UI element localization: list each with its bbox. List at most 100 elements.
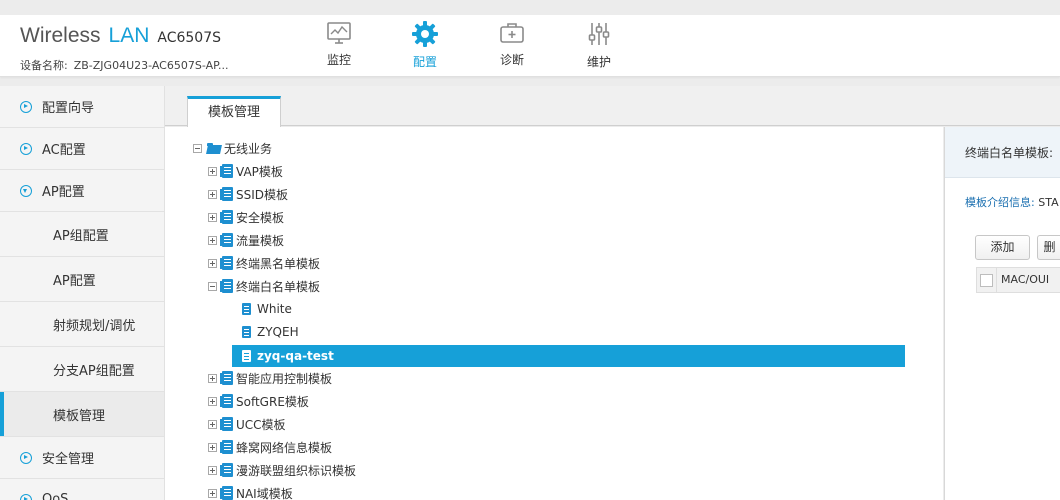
expand-icon[interactable] bbox=[208, 465, 217, 475]
tree-node-nai[interactable]: NAI域模板 bbox=[208, 483, 293, 500]
gear-icon bbox=[412, 21, 438, 47]
tree-node-label: 终端白名单模板 bbox=[236, 279, 321, 294]
sidebar-subitem-radio-planning[interactable]: 射频规划/调优 bbox=[0, 302, 164, 347]
tree-leaf-zyqeh[interactable]: ZYQEH bbox=[242, 322, 299, 342]
sidebar-item-wizard[interactable]: 配置向导 bbox=[0, 86, 164, 128]
tree-node-label: 终端黑名单模板 bbox=[236, 256, 321, 271]
tree-node-label: SSID模板 bbox=[236, 187, 289, 202]
nav-diagnose-label: 诊断 bbox=[499, 53, 524, 67]
brand-lan: LAN bbox=[108, 24, 150, 47]
sidebar-item-qos[interactable]: QoS bbox=[0, 479, 164, 500]
intro-label: 模板介绍信息: bbox=[965, 196, 1035, 209]
tree-node-traffic[interactable]: 流量模板 bbox=[208, 230, 284, 250]
tab-bar: 模板管理 bbox=[165, 86, 1060, 127]
tree-node-label: VAP模板 bbox=[236, 164, 283, 179]
add-button[interactable]: 添加 bbox=[975, 235, 1030, 260]
template-doc-icon bbox=[220, 417, 233, 431]
sidebar-item-security[interactable]: 安全管理 bbox=[0, 437, 164, 479]
device-name-value: ZB-ZJG04U23-AC6507S-AP... bbox=[73, 59, 229, 72]
tree-node-label: 安全模板 bbox=[236, 210, 285, 225]
detail-header: 终端白名单模板: bbox=[945, 127, 1060, 178]
chevron-right-icon bbox=[20, 493, 32, 500]
tree-root[interactable]: 无线业务 bbox=[193, 138, 272, 158]
tree-leaf-white[interactable]: White bbox=[242, 299, 292, 319]
tree-root-label: 无线业务 bbox=[224, 141, 273, 156]
nav-config[interactable]: 配置 bbox=[405, 21, 445, 71]
expand-icon[interactable] bbox=[208, 189, 217, 199]
tree-node-label: SoftGRE模板 bbox=[236, 394, 309, 409]
tree-node-sta-whitelist[interactable]: 终端白名单模板 bbox=[208, 276, 320, 296]
sidebar-item-label: AP配置 bbox=[42, 185, 85, 200]
expand-icon[interactable] bbox=[208, 212, 217, 222]
tree-node-cellular[interactable]: 蜂窝网络信息模板 bbox=[208, 437, 332, 457]
tree-node-softgre[interactable]: SoftGRE模板 bbox=[208, 391, 309, 411]
folder-open-icon bbox=[207, 142, 221, 154]
tree-node-security[interactable]: 安全模板 bbox=[208, 207, 284, 227]
template-intro: 模板介绍信息: STA bbox=[965, 194, 1059, 210]
sidebar-subitem-template-mgmt[interactable]: 模板管理 bbox=[0, 392, 164, 437]
template-doc-icon bbox=[220, 486, 233, 500]
tree-leaf-label: zyq-qa-test bbox=[257, 349, 334, 363]
sidebar-item-ap-config[interactable]: AP配置 bbox=[0, 170, 164, 212]
expand-icon[interactable] bbox=[208, 258, 217, 268]
tree-node-label: 流量模板 bbox=[236, 233, 285, 248]
tree-node-roaming[interactable]: 漫游联盟组织标识模板 bbox=[208, 460, 356, 480]
sidebar-item-ac-config[interactable]: AC配置 bbox=[0, 128, 164, 170]
device-name-line: 设备名称: ZB-ZJG04U23-AC6507S-AP... bbox=[20, 57, 229, 73]
tree-node-label: 漫游联盟组织标识模板 bbox=[236, 463, 357, 478]
sidebar-subitem-branch-ap-group[interactable]: 分支AP组配置 bbox=[0, 347, 164, 392]
template-doc-icon bbox=[220, 394, 233, 408]
select-all-checkbox[interactable] bbox=[980, 274, 993, 287]
template-doc-icon bbox=[220, 256, 233, 270]
tree-node-label: NAI域模板 bbox=[236, 486, 293, 500]
tree-leaf-label: ZYQEH bbox=[257, 325, 299, 339]
template-doc-icon bbox=[220, 233, 233, 247]
detail-title: 终端白名单模板: bbox=[965, 146, 1054, 160]
tab-template-mgmt[interactable]: 模板管理 bbox=[187, 96, 281, 127]
tree-node-ucc[interactable]: UCC模板 bbox=[208, 414, 286, 434]
template-doc-icon bbox=[220, 440, 233, 454]
collapse-icon[interactable] bbox=[193, 143, 202, 153]
sidebar-item-label: 安全管理 bbox=[42, 452, 95, 467]
nav-diagnose[interactable]: 诊断 bbox=[492, 21, 532, 71]
expand-icon[interactable] bbox=[208, 373, 217, 383]
column-header-mac: MAC/OUI bbox=[1001, 273, 1050, 286]
brand-word: Wireless bbox=[20, 24, 101, 47]
expand-icon[interactable] bbox=[208, 488, 217, 498]
tree-leaf-zyq-qa-test[interactable]: zyq-qa-test bbox=[242, 346, 334, 366]
tree-node-ssid[interactable]: SSID模板 bbox=[208, 184, 288, 204]
nav-maintain[interactable]: 维护 bbox=[579, 21, 619, 71]
file-icon bbox=[242, 350, 251, 362]
template-doc-icon bbox=[220, 210, 233, 224]
collapse-icon[interactable] bbox=[208, 281, 217, 291]
chevron-down-icon bbox=[20, 184, 32, 197]
top-strip bbox=[0, 0, 1060, 15]
expand-icon[interactable] bbox=[208, 442, 217, 452]
tree-node-label: UCC模板 bbox=[236, 417, 286, 432]
tree-node-app-control[interactable]: 智能应用控制模板 bbox=[208, 368, 332, 388]
app-header: Wireless LAN AC6507S 设备名称: ZB-ZJG04U23-AC65… bbox=[0, 15, 1060, 77]
expand-icon[interactable] bbox=[208, 235, 217, 245]
chevron-right-icon bbox=[20, 451, 32, 464]
nav-monitor-label: 监控 bbox=[326, 53, 351, 67]
brand-logo: Wireless LAN AC6507S bbox=[20, 24, 221, 48]
nav-maintain-label: 维护 bbox=[586, 55, 611, 69]
expand-icon[interactable] bbox=[208, 166, 217, 176]
sidebar-subitem-ap[interactable]: AP配置 bbox=[0, 257, 164, 302]
delete-button[interactable]: 删 bbox=[1037, 235, 1060, 260]
sliders-icon bbox=[588, 23, 610, 45]
tree-node-sta-blacklist[interactable]: 终端黑名单模板 bbox=[208, 253, 320, 273]
file-icon bbox=[242, 303, 251, 315]
column-divider bbox=[996, 268, 997, 292]
tree-leaf-label: White bbox=[257, 302, 292, 316]
template-doc-icon bbox=[220, 164, 233, 178]
sidebar-subitem-ap-group[interactable]: AP组配置 bbox=[0, 212, 164, 257]
expand-icon[interactable] bbox=[208, 396, 217, 406]
template-doc-icon bbox=[220, 187, 233, 201]
monitor-icon bbox=[327, 22, 351, 44]
template-doc-icon bbox=[220, 463, 233, 477]
nav-monitor[interactable]: 监控 bbox=[319, 21, 359, 71]
chevron-right-icon bbox=[20, 100, 32, 113]
tree-node-vap[interactable]: VAP模板 bbox=[208, 161, 283, 181]
expand-icon[interactable] bbox=[208, 419, 217, 429]
